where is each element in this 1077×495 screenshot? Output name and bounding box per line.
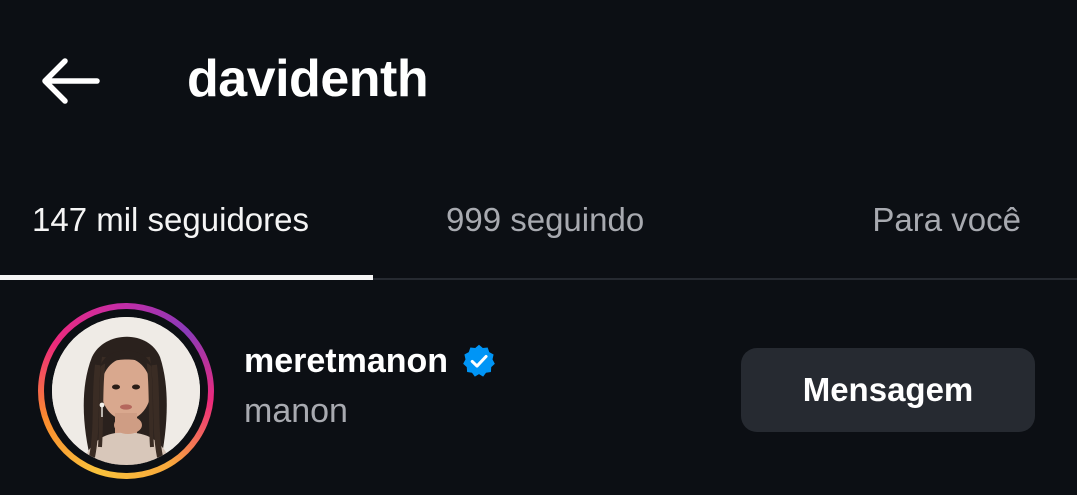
list-item[interactable]: meretmanon manon Mensagem [0, 280, 1077, 495]
tab-followers[interactable]: 147 mil seguidores [32, 190, 309, 250]
username[interactable]: meretmanon [244, 338, 497, 384]
back-button[interactable] [30, 45, 110, 117]
username-text: meretmanon [244, 342, 449, 380]
tab-bar: 147 mil seguidores 999 seguindo Para voc… [0, 160, 1077, 280]
tab-for-you[interactable]: Para você [872, 190, 1021, 250]
tab-following[interactable]: 999 seguindo [446, 190, 644, 250]
top-bar: davidenth [0, 0, 1077, 160]
avatar [52, 317, 200, 465]
story-ring[interactable] [38, 303, 214, 479]
arrow-left-icon [42, 58, 100, 104]
full-name: manon [244, 392, 348, 430]
page-title: davidenth [187, 50, 429, 108]
verified-badge-icon [463, 344, 495, 377]
message-button[interactable]: Mensagem [741, 348, 1035, 432]
